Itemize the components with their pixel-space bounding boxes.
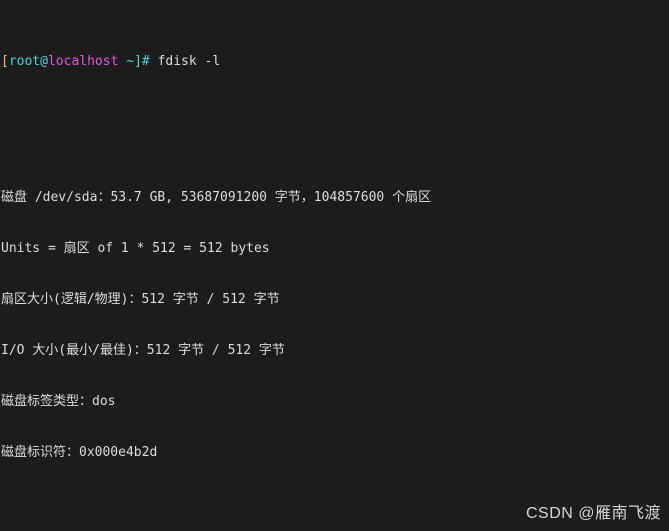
disk-sda-io-size: I/O 大小(最小/最佳)：512 字节 / 512 字节 bbox=[1, 343, 285, 358]
prompt-bracket-open: [ bbox=[1, 54, 9, 69]
prompt-hostname: localhost bbox=[47, 54, 119, 69]
typed-command: fdisk -l bbox=[157, 54, 221, 69]
disk-sda-units: Units = 扇区 of 1 * 512 = 512 bytes bbox=[1, 241, 270, 256]
disk-sda-label-type: 磁盘标签类型：dos bbox=[1, 394, 116, 409]
prompt-tail: ~]# bbox=[118, 54, 158, 69]
terminal-window[interactable]: [root@localhost ~]# fdisk -l 磁盘 /dev/sda… bbox=[0, 0, 669, 531]
command-prompt-line: [root@localhost ~]# fdisk -l bbox=[1, 53, 669, 70]
prompt-user: root@ bbox=[8, 54, 48, 69]
disk-sda-header: 磁盘 /dev/sda：53.7 GB, 53687091200 字节，1048… bbox=[1, 190, 432, 205]
disk-sda-identifier: 磁盘标识符：0x000e4b2d bbox=[1, 445, 158, 460]
watermark-label: CSDN @雁南飞渡 bbox=[525, 505, 661, 522]
disk-sda-sector-size: 扇区大小(逻辑/物理)：512 字节 / 512 字节 bbox=[1, 292, 280, 307]
